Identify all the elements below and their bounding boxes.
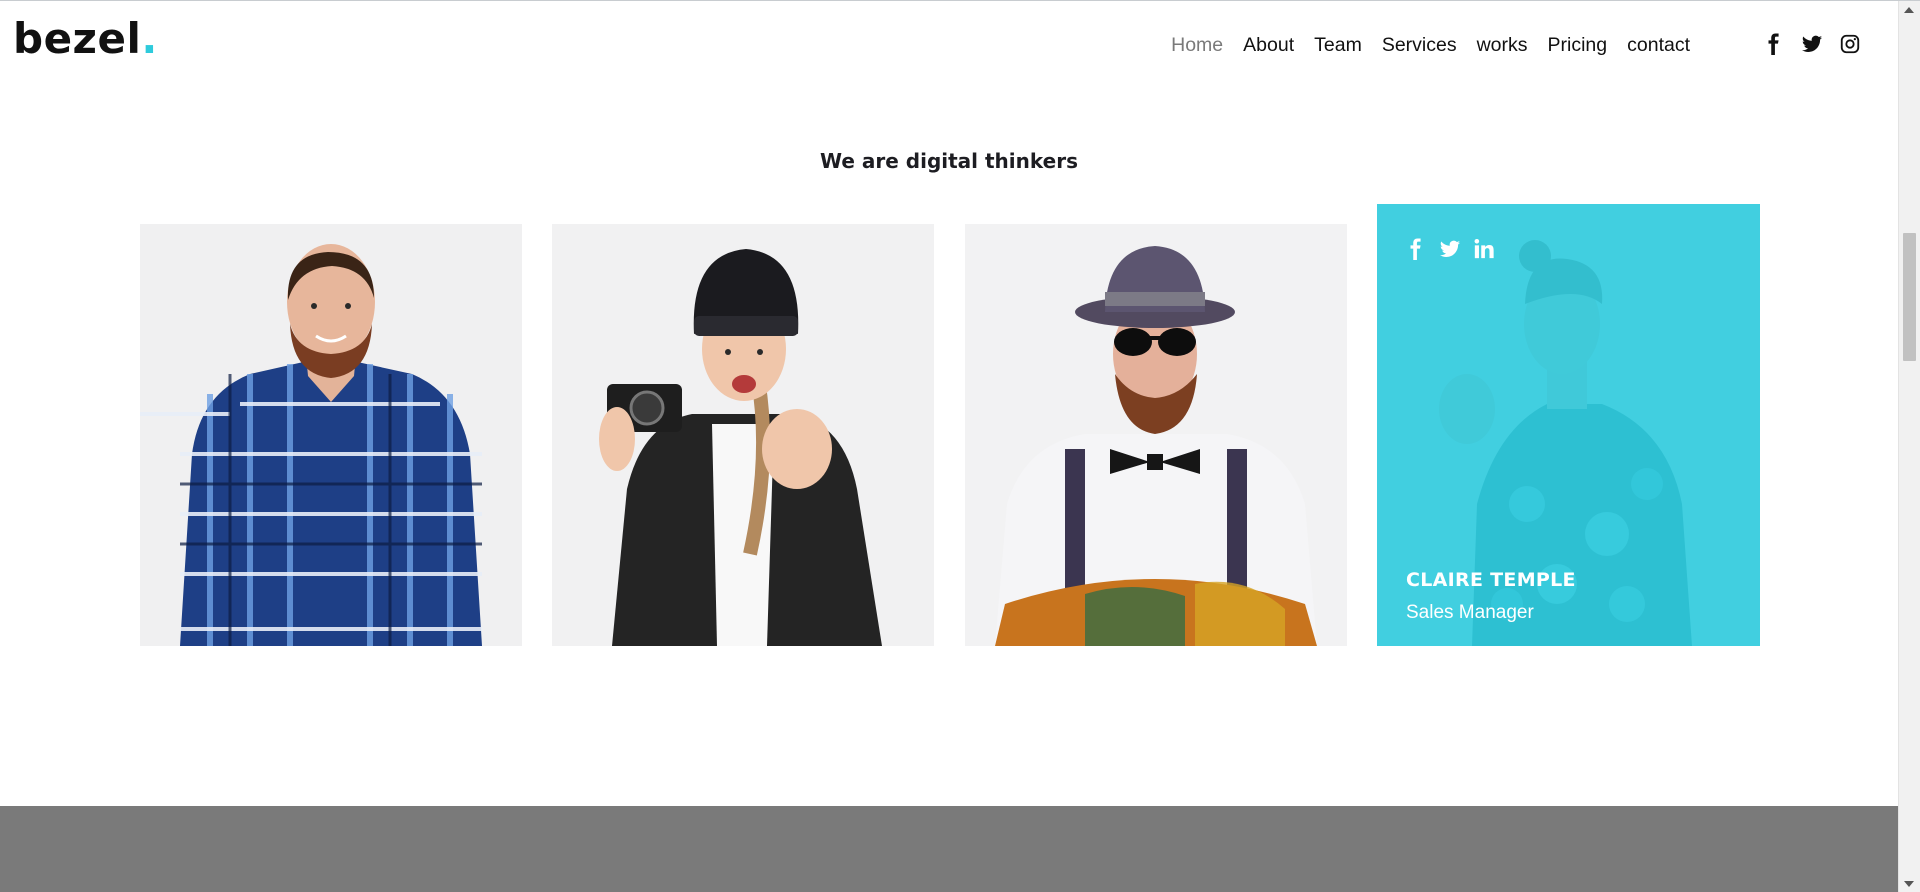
team-member-photo [965, 224, 1347, 646]
nav-link-services[interactable]: Services [1382, 34, 1457, 56]
site-header: bezel. Home About Team Services works Pr… [0, 2, 1898, 88]
twitter-icon[interactable] [1801, 33, 1823, 55]
page-scrollbar[interactable] [1898, 1, 1920, 892]
instagram-icon[interactable] [1839, 33, 1861, 55]
main-nav: Home About Team Services works Pricing c… [1171, 34, 1690, 56]
facebook-icon[interactable] [1405, 238, 1427, 260]
nav-link-works[interactable]: works [1477, 34, 1528, 56]
brand-name: bezel [13, 14, 142, 63]
next-section-band [0, 806, 1898, 892]
scroll-thumb[interactable] [1903, 233, 1916, 361]
team-member-card[interactable] [552, 224, 934, 646]
team-member-card[interactable] [965, 224, 1347, 646]
member-name: CLAIRE TEMPLE [1406, 569, 1576, 591]
nav-link-contact[interactable]: contact [1627, 34, 1690, 56]
linkedin-icon[interactable] [1473, 238, 1495, 260]
team-member-card[interactable] [140, 224, 522, 646]
member-social-links [1405, 238, 1495, 260]
facebook-icon[interactable] [1763, 33, 1785, 55]
brand-logo[interactable]: bezel. [13, 18, 158, 60]
nav-link-pricing[interactable]: Pricing [1548, 34, 1608, 56]
twitter-icon[interactable] [1439, 238, 1461, 260]
team-member-photo [140, 224, 522, 646]
scroll-up-arrow-icon[interactable] [1904, 7, 1914, 13]
nav-link-home[interactable]: Home [1171, 34, 1223, 56]
team-member-photo [552, 224, 934, 646]
nav-link-team[interactable]: Team [1314, 34, 1362, 56]
header-social-links [1763, 33, 1861, 55]
nav-link-about[interactable]: About [1243, 34, 1294, 56]
member-role: Sales Manager [1406, 602, 1534, 623]
scroll-down-arrow-icon[interactable] [1904, 881, 1914, 887]
brand-dot: . [141, 14, 158, 63]
section-title: We are digital thinkers [820, 149, 1078, 173]
team-member-card-active[interactable]: CLAIRE TEMPLE Sales Manager [1377, 204, 1760, 646]
